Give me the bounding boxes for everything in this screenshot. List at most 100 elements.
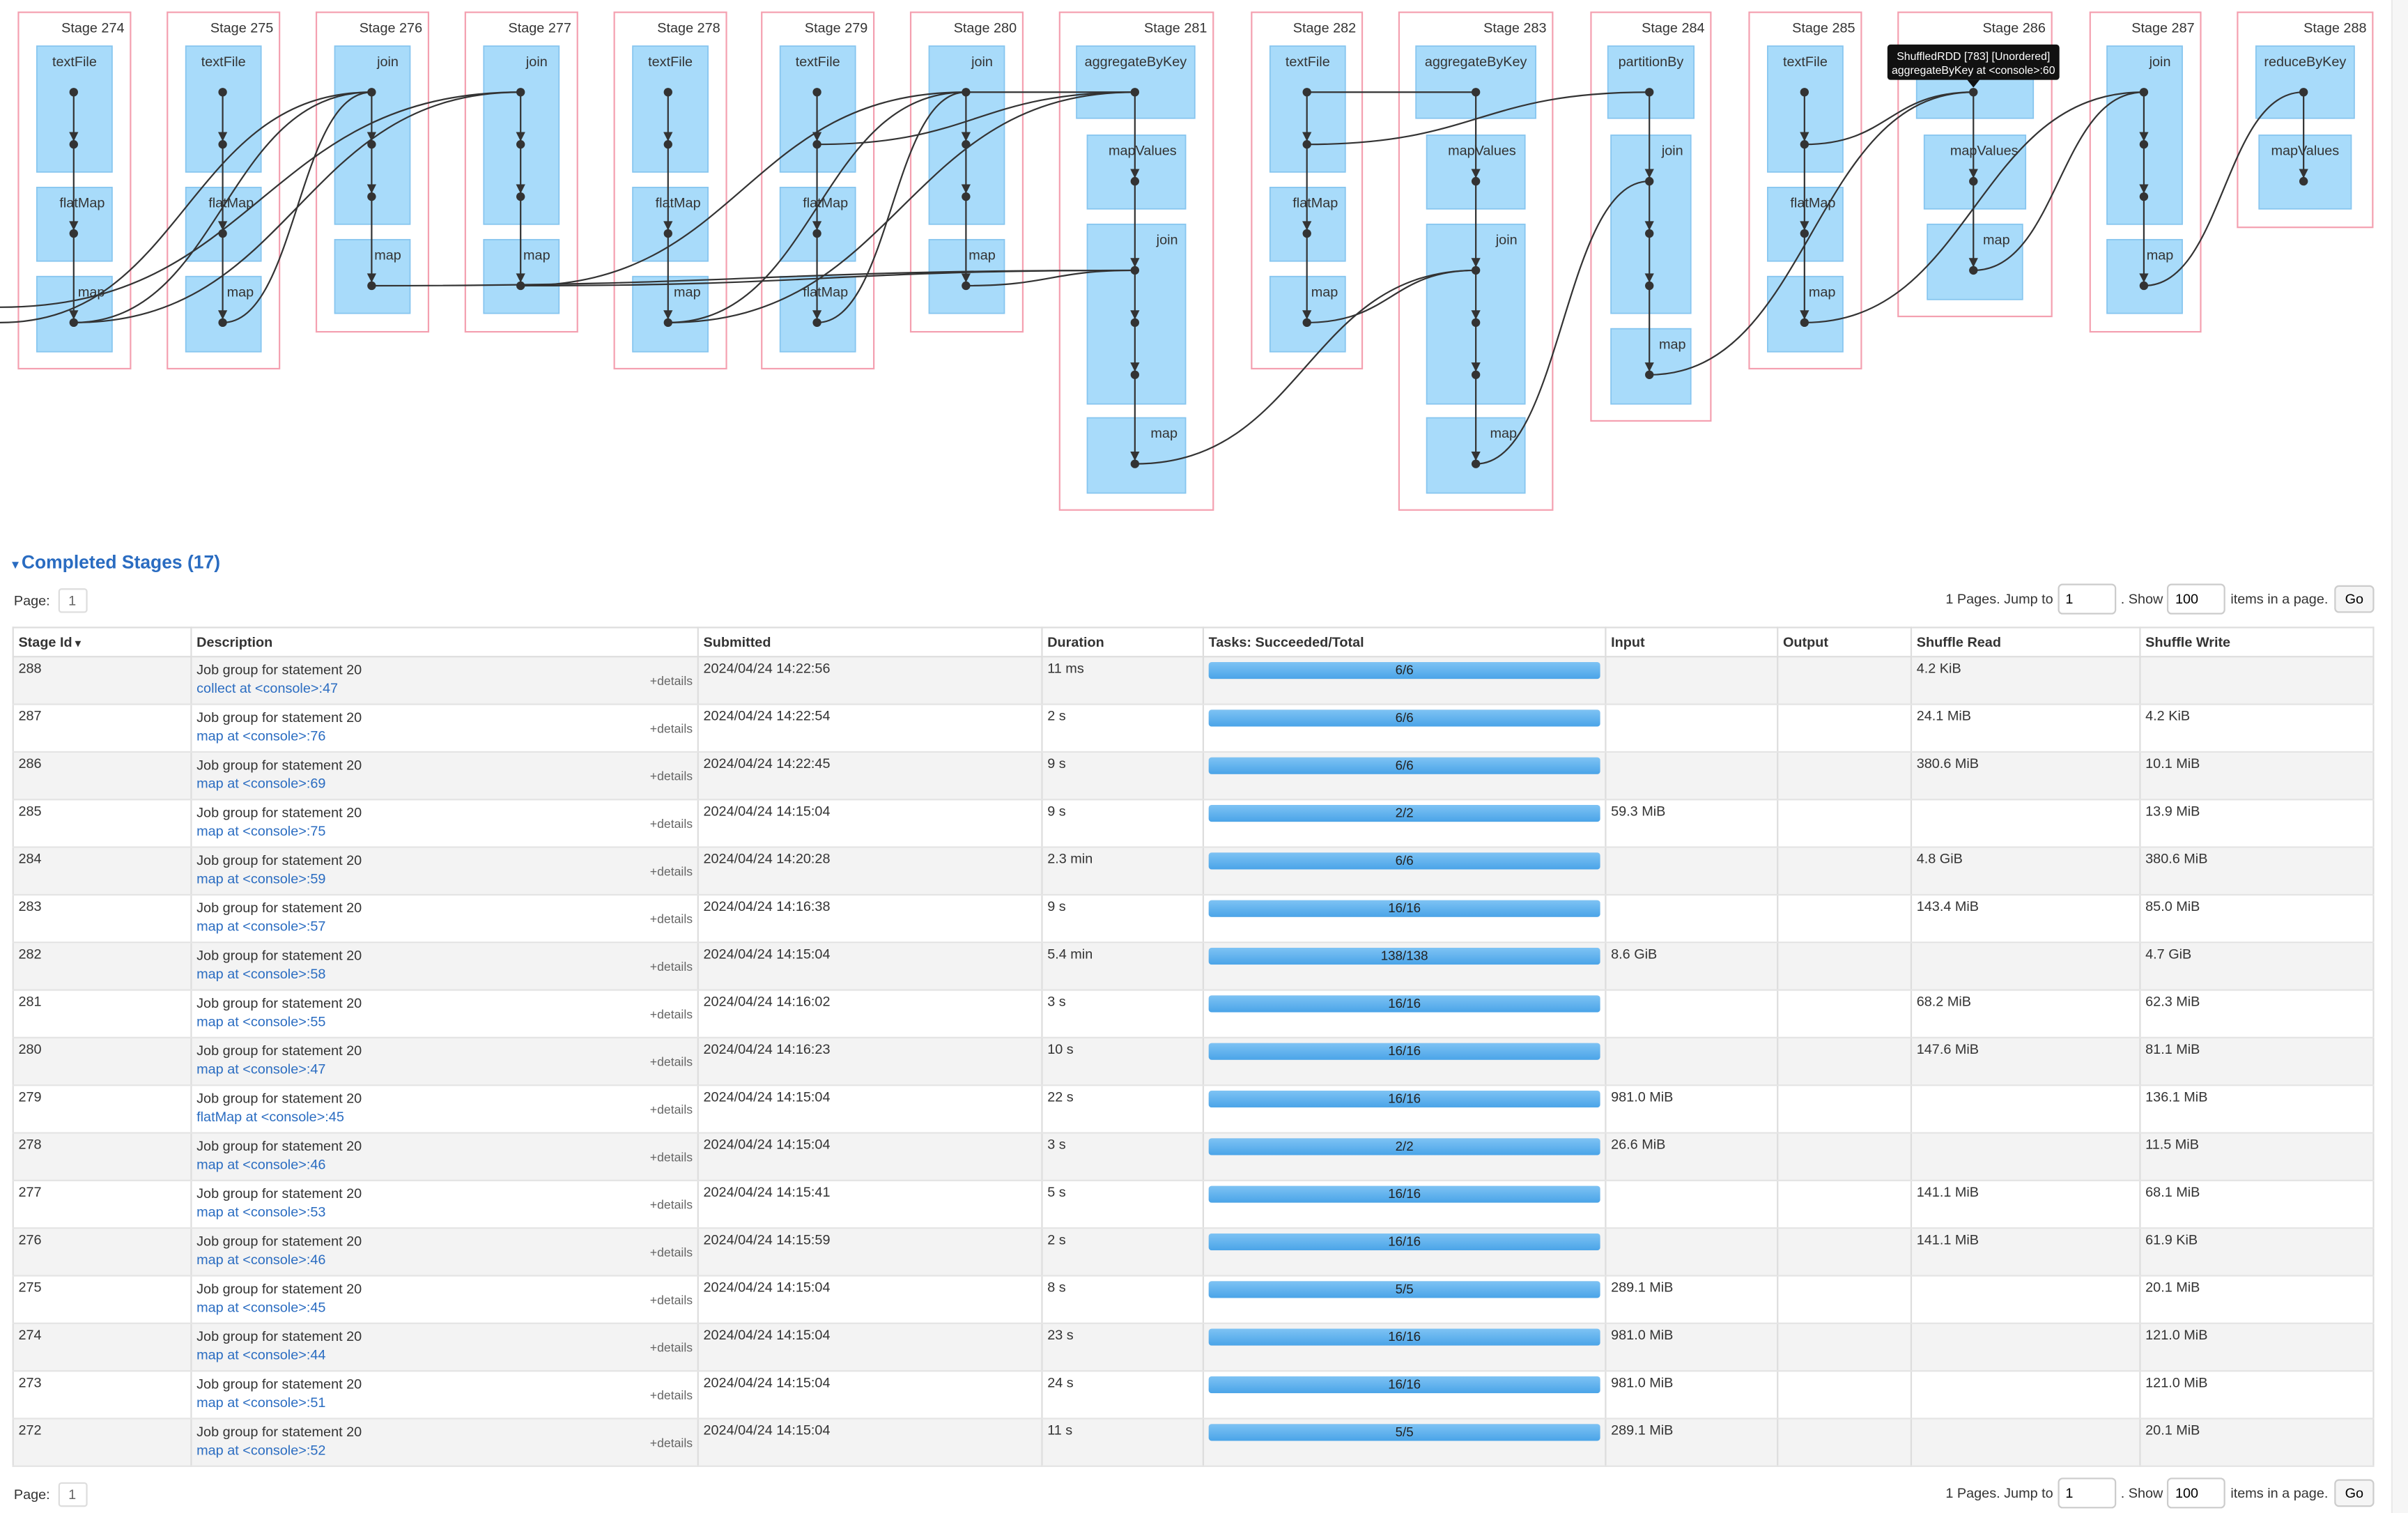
header-duration[interactable]: Duration bbox=[1041, 627, 1205, 658]
show-text: . Show bbox=[2120, 1485, 2163, 1501]
tasks-progress-bar: 16/16 bbox=[1208, 1376, 1600, 1394]
stage-description-link[interactable]: map at <console>:53 bbox=[196, 1204, 693, 1220]
duration-cell: 9 s bbox=[1041, 751, 1205, 801]
duration-cell: 5 s bbox=[1041, 1180, 1205, 1229]
stage-id-cell[interactable]: 282 bbox=[12, 942, 192, 991]
dag-shuffle-edge bbox=[520, 91, 966, 287]
stage-id-cell[interactable]: 281 bbox=[12, 990, 192, 1038]
stage-description-link[interactable]: map at <console>:59 bbox=[196, 871, 693, 886]
shuffle-read-cell: 24.1 MiB bbox=[1910, 704, 2141, 753]
tasks-progress-text: 2/2 bbox=[1395, 1138, 1414, 1154]
page-label: Page: bbox=[13, 1487, 50, 1503]
details-toggle[interactable]: +details bbox=[650, 912, 693, 926]
dag-stage[interactable]: Stage 284 partitionBy join map bbox=[1590, 11, 1712, 422]
pager-bottom-left: Page: 1 bbox=[14, 1482, 87, 1507]
tasks-progress-bar: 5/5 bbox=[1208, 1281, 1600, 1298]
shuffle-write-cell: 62.3 MiB bbox=[2139, 990, 2375, 1038]
header-stage-id[interactable]: Stage Id ▾ bbox=[12, 627, 192, 658]
stage-description-link[interactable]: map at <console>:44 bbox=[196, 1347, 693, 1362]
details-toggle[interactable]: +details bbox=[650, 1436, 693, 1450]
page-number-button[interactable]: 1 bbox=[57, 1482, 87, 1507]
stage-id-cell[interactable]: 286 bbox=[12, 751, 192, 801]
stage-id-cell[interactable]: 276 bbox=[12, 1228, 192, 1277]
details-toggle[interactable]: +details bbox=[650, 1008, 693, 1022]
details-toggle[interactable]: +details bbox=[650, 1103, 693, 1117]
stage-description-link[interactable]: map at <console>:46 bbox=[196, 1157, 693, 1172]
stage-id-cell[interactable]: 273 bbox=[12, 1371, 192, 1420]
header-shuffle-read[interactable]: Shuffle Read bbox=[1910, 627, 2141, 658]
stage-id-cell[interactable]: 284 bbox=[12, 847, 192, 896]
shuffle-read-cell: 68.2 MiB bbox=[1910, 990, 2141, 1038]
job-group-text: Job group for statement 20 bbox=[196, 1043, 362, 1059]
details-toggle[interactable]: +details bbox=[650, 817, 693, 831]
stage-id-cell[interactable]: 275 bbox=[12, 1275, 192, 1324]
input-cell: 289.1 MiB bbox=[1605, 1275, 1779, 1324]
duration-cell: 24 s bbox=[1041, 1371, 1205, 1420]
header-submitted[interactable]: Submitted bbox=[697, 627, 1043, 658]
stage-description-link[interactable]: map at <console>:57 bbox=[196, 919, 693, 934]
header-description[interactable]: Description bbox=[190, 627, 699, 658]
tooltip-line-1: ShuffledRDD [783] [Unordered] bbox=[1897, 51, 2050, 63]
details-toggle[interactable]: +details bbox=[650, 960, 693, 974]
header-input[interactable]: Input bbox=[1605, 627, 1779, 658]
stage-id-cell[interactable]: 283 bbox=[12, 894, 192, 944]
stage-description-link[interactable]: map at <console>:69 bbox=[196, 776, 693, 791]
stage-description-link[interactable]: map at <console>:75 bbox=[196, 823, 693, 838]
input-cell bbox=[1605, 656, 1779, 705]
details-toggle[interactable]: +details bbox=[650, 1389, 693, 1403]
header-output[interactable]: Output bbox=[1777, 627, 1913, 658]
details-toggle[interactable]: +details bbox=[650, 722, 693, 736]
details-toggle[interactable]: +details bbox=[650, 1151, 693, 1165]
stage-label: Stage 278 bbox=[657, 20, 720, 36]
details-toggle[interactable]: +details bbox=[650, 865, 693, 879]
details-toggle[interactable]: +details bbox=[650, 1055, 693, 1069]
description-cell: Job group for statement 20 +details map at… bbox=[190, 1323, 699, 1372]
stage-description-link[interactable]: map at <console>:76 bbox=[196, 728, 693, 744]
stage-id-cell[interactable]: 274 bbox=[12, 1323, 192, 1372]
page-size-input[interactable] bbox=[2167, 583, 2226, 615]
stage-id-cell[interactable]: 280 bbox=[12, 1037, 192, 1086]
header-shuffle-write[interactable]: Shuffle Write bbox=[2139, 627, 2375, 658]
tasks-progress-bar: 16/16 bbox=[1208, 1233, 1600, 1251]
stage-description-link[interactable]: map at <console>:46 bbox=[196, 1252, 693, 1267]
details-toggle[interactable]: +details bbox=[650, 769, 693, 783]
stage-description-link[interactable]: flatMap at <console>:45 bbox=[196, 1109, 693, 1124]
stage-description-link[interactable]: map at <console>:58 bbox=[196, 966, 693, 981]
details-toggle[interactable]: +details bbox=[650, 1246, 693, 1260]
stage-id-cell[interactable]: 285 bbox=[12, 799, 192, 848]
stage-description-link[interactable]: map at <console>:55 bbox=[196, 1014, 693, 1029]
rdd-node-label: flatMap bbox=[59, 196, 105, 211]
stage-id-cell[interactable]: 288 bbox=[12, 656, 192, 705]
rdd-node-label: join bbox=[1661, 144, 1683, 159]
jump-to-page-input[interactable] bbox=[2058, 583, 2117, 615]
shuffle-write-cell: 81.1 MiB bbox=[2139, 1037, 2375, 1086]
rdd-node-label: mapValues bbox=[2271, 144, 2339, 159]
stage-description-link[interactable]: map at <console>:47 bbox=[196, 1061, 693, 1077]
stage-description-link[interactable]: map at <console>:45 bbox=[196, 1300, 693, 1315]
rdd-node-label: flatMap bbox=[803, 284, 848, 300]
stage-description-link[interactable]: map at <console>:52 bbox=[196, 1443, 693, 1458]
details-toggle[interactable]: +details bbox=[650, 1341, 693, 1355]
page-number-button[interactable]: 1 bbox=[57, 588, 87, 613]
stage-description-link[interactable]: collect at <console>:47 bbox=[196, 680, 693, 696]
details-toggle[interactable]: +details bbox=[650, 675, 693, 689]
stage-id-cell[interactable]: 287 bbox=[12, 704, 192, 753]
page-size-input[interactable] bbox=[2167, 1477, 2226, 1509]
details-toggle[interactable]: +details bbox=[650, 1198, 693, 1212]
stage-id-cell[interactable]: 277 bbox=[12, 1180, 192, 1229]
output-cell bbox=[1777, 1371, 1913, 1420]
header-tasks[interactable]: Tasks: Succeeded/Total bbox=[1202, 627, 1607, 658]
stage-id-cell[interactable]: 278 bbox=[12, 1132, 192, 1181]
go-button[interactable]: Go bbox=[2334, 585, 2375, 613]
go-button[interactable]: Go bbox=[2334, 1479, 2375, 1507]
vertical-scrollbar[interactable] bbox=[2391, 0, 2408, 1513]
tasks-cell: 138/138 bbox=[1202, 942, 1607, 991]
stage-description-link[interactable]: map at <console>:51 bbox=[196, 1395, 693, 1410]
rdd-dot bbox=[1645, 229, 1654, 238]
shuffle-write-cell: 11.5 MiB bbox=[2139, 1132, 2375, 1181]
stage-id-cell[interactable]: 272 bbox=[12, 1418, 192, 1467]
details-toggle[interactable]: +details bbox=[650, 1293, 693, 1307]
jump-to-page-input[interactable] bbox=[2058, 1477, 2117, 1509]
stage-id-cell[interactable]: 279 bbox=[12, 1085, 192, 1134]
completed-stages-toggle[interactable]: ▾ Completed Stages (17) bbox=[13, 551, 220, 573]
